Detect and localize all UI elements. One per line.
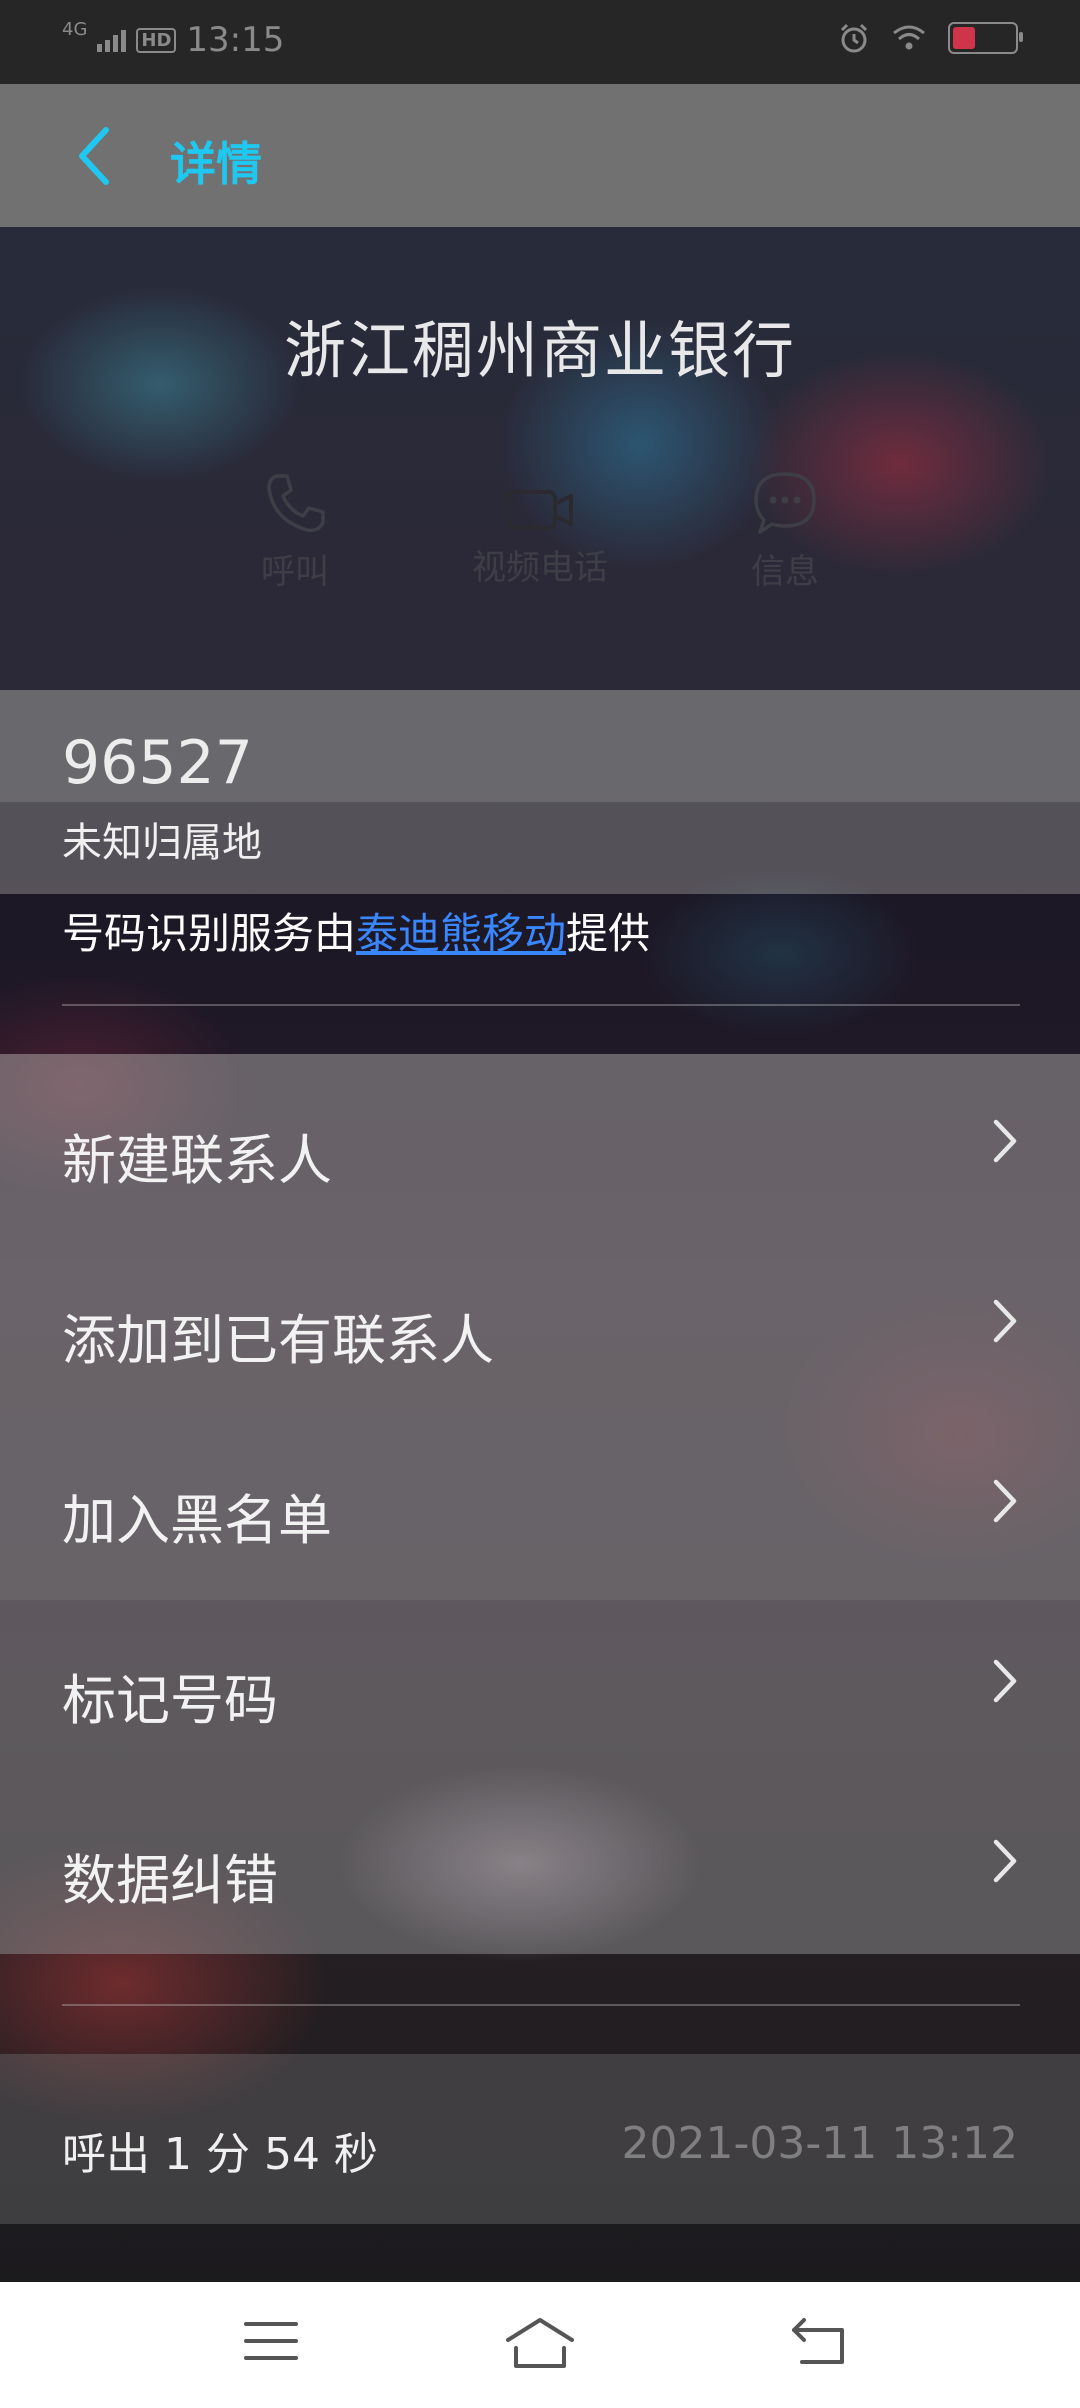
chevron-right-icon [993, 1119, 1017, 1163]
hd-badge: HD [136, 27, 177, 53]
provider-suffix: 提供 [566, 909, 651, 958]
provider-prefix: 号码识别服务由 [62, 909, 357, 958]
contact-header [0, 227, 1080, 690]
menu-item-label: 加入黑名单 [62, 1489, 332, 1552]
navigation-bar [0, 2282, 1080, 2408]
chevron-right-icon [993, 1299, 1017, 1343]
message-bubble-icon [754, 472, 816, 534]
chevron-right-icon [993, 1479, 1017, 1523]
signal-icon [97, 28, 127, 52]
menu-item-label: 新建联系人 [62, 1129, 332, 1192]
wifi-icon [893, 25, 925, 50]
menu-item-data-correction[interactable]: 数据纠错 [0, 1774, 1080, 1954]
number-region: 未知归属地 [62, 820, 262, 866]
message-action-button[interactable]: 信息 [730, 470, 840, 593]
menu-item-blacklist[interactable]: 加入黑名单 [0, 1414, 1080, 1594]
battery-icon [948, 22, 1023, 54]
chevron-right-icon [993, 1659, 1017, 1703]
page-title: 详情 [170, 137, 262, 191]
menu-item-add-existing[interactable]: 添加到已有联系人 [0, 1234, 1080, 1414]
call-label: 呼叫 [261, 552, 329, 592]
title-bar: 详情 [0, 84, 1080, 227]
menu-item-new-contact[interactable]: 新建联系人 [0, 1054, 1080, 1234]
menu-item-label: 数据纠错 [62, 1849, 278, 1912]
call-duration: 呼出 1 分 54 秒 [62, 2129, 378, 2180]
provider-link[interactable]: 泰迪熊移动 [356, 909, 566, 958]
phone-icon [267, 474, 325, 533]
menu-item-mark-number[interactable]: 标记号码 [0, 1594, 1080, 1774]
video-camera-icon [507, 490, 573, 530]
phone-number: 96527 [62, 728, 253, 798]
chevron-right-icon [993, 1839, 1017, 1883]
status-bar: 4G HD 13:15 [0, 0, 1080, 84]
network-type: 4G [62, 19, 88, 40]
call-datetime: 2021-03-11 13:12 [621, 2118, 1019, 2169]
status-time: 13:15 [186, 20, 285, 60]
call-action-button[interactable]: 呼叫 [240, 470, 350, 593]
menu-icon[interactable] [244, 2316, 298, 2366]
contact-name: 浙江稠州商业银行 [283, 314, 796, 387]
divider [62, 1004, 1020, 1006]
video-call-action-button[interactable]: 视频电话 [455, 488, 625, 589]
menu-item-label: 标记号码 [62, 1669, 278, 1732]
message-label: 信息 [751, 552, 819, 592]
chevron-left-icon[interactable] [70, 124, 120, 188]
alarm-icon [840, 23, 868, 53]
home-icon[interactable] [504, 2316, 576, 2370]
video-call-label: 视频电话 [472, 548, 608, 588]
status-right [838, 22, 1023, 54]
status-left: 4G HD 13:15 [62, 20, 284, 60]
menu-item-label: 添加到已有联系人 [62, 1309, 494, 1372]
provider-notice: 号码识别服务由泰迪熊移动提供 [62, 900, 650, 961]
call-log-entry: 呼出 1 分 54 秒 2021-03-11 13:12 [0, 2070, 1080, 2220]
back-icon[interactable] [790, 2316, 850, 2366]
divider [62, 2004, 1020, 2006]
